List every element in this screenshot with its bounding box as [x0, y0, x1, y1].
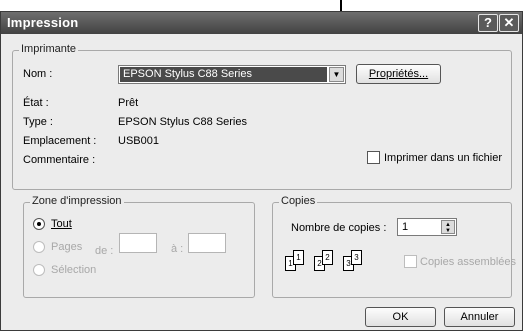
location-value: USB001 — [118, 135, 159, 147]
range-all-radio[interactable] — [33, 218, 45, 230]
comment-label: Commentaire : — [23, 154, 96, 166]
properties-button[interactable]: Propriétés... — [356, 64, 441, 84]
range-to-label: à : — [171, 243, 184, 255]
printer-legend: Imprimante — [19, 43, 79, 55]
properties-label: Propriétés... — [368, 68, 429, 80]
range-selection-radio[interactable] — [33, 264, 45, 276]
print-range-legend: Zone d'impression — [30, 195, 124, 207]
copies-count-label: Nombre de copies : — [291, 222, 387, 234]
close-button[interactable]: ✕ — [499, 14, 519, 32]
location-label: Emplacement : — [23, 135, 97, 147]
copies-group: Copies — [272, 195, 512, 298]
collate-sheet: 1 — [293, 250, 304, 265]
print-to-file-label: Imprimer dans un fichier — [384, 152, 502, 164]
help-button[interactable]: ? — [478, 14, 498, 32]
spin-arrows-icon[interactable]: ▲ ▼ — [441, 220, 455, 234]
copies-count-stepper[interactable]: 1 ▲ ▼ — [397, 218, 457, 236]
range-all-label: Tout — [51, 218, 72, 230]
cancel-button[interactable]: Annuler — [444, 307, 515, 327]
range-from-input[interactable] — [119, 233, 157, 253]
copies-legend: Copies — [279, 195, 318, 207]
dialog-title: Impression — [7, 15, 79, 30]
radio-dot-icon — [37, 222, 41, 226]
range-from-label: de : — [95, 245, 114, 257]
type-label: Type : — [23, 116, 53, 128]
print-to-file-checkbox[interactable] — [367, 151, 380, 164]
range-pages-radio[interactable] — [33, 241, 45, 253]
print-dialog: Impression ? ✕ Imprimante Nom : EPSON St… — [0, 11, 523, 331]
range-to-input[interactable] — [188, 233, 226, 253]
collate-sheet: 3 — [351, 250, 362, 265]
title-bar: Impression ? ✕ — [1, 12, 522, 34]
collate-checkbox[interactable] — [404, 255, 417, 268]
name-label: Nom : — [23, 68, 53, 80]
status-label: État : — [23, 97, 49, 109]
printer-name-value: EPSON Stylus C88 Series — [120, 67, 327, 82]
collate-label: Copies assemblées — [420, 256, 516, 268]
ok-button[interactable]: OK — [365, 307, 436, 327]
status-value: Prêt — [118, 97, 139, 109]
range-pages-label: Pages — [51, 241, 83, 253]
range-selection-label: Sélection — [51, 264, 97, 276]
copies-count-value: 1 — [402, 221, 409, 233]
collate-sheet: 2 — [322, 250, 333, 265]
type-value: EPSON Stylus C88 Series — [118, 116, 247, 128]
chevron-down-icon[interactable]: ▼ — [329, 67, 344, 82]
printer-name-select[interactable]: EPSON Stylus C88 Series ▼ — [118, 65, 346, 84]
